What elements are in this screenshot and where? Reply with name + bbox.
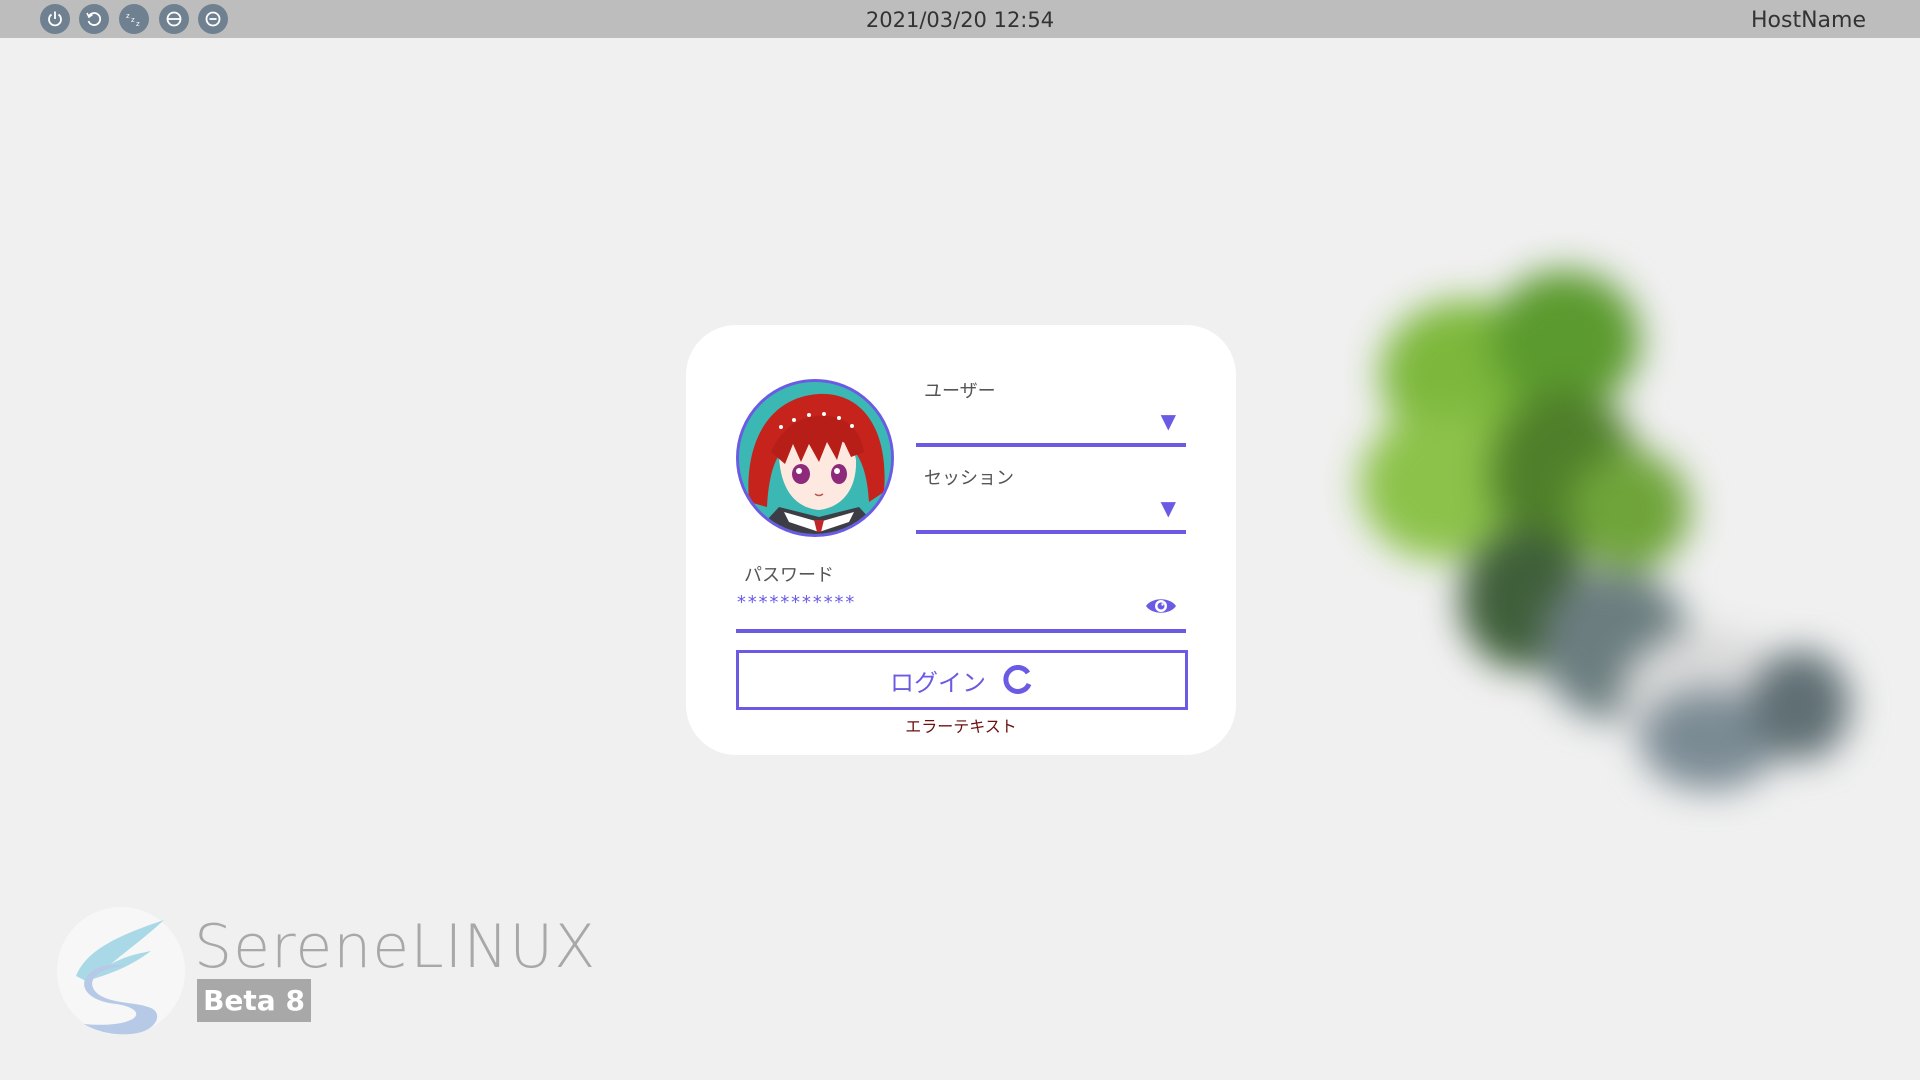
login-button[interactable]: ログイン xyxy=(736,650,1188,710)
password-input[interactable] xyxy=(736,587,1126,617)
hostname: HostName xyxy=(1751,8,1866,33)
session-select[interactable]: ▼ xyxy=(916,492,1186,534)
svg-text:z: z xyxy=(131,16,135,24)
dropdown-arrow-icon: ▼ xyxy=(1160,409,1176,433)
reboot-button[interactable] xyxy=(79,4,109,34)
show-password-eye-icon[interactable] xyxy=(1144,593,1178,619)
password-label: パスワード xyxy=(744,565,834,586)
login-card: ユーザー ▼ セッション ▼ パスワード ログイン エラーテキスト xyxy=(686,325,1236,755)
loading-spinner-icon xyxy=(1003,665,1032,694)
suspend-button[interactable]: z z z xyxy=(119,4,149,34)
user-select[interactable]: ▼ xyxy=(916,405,1186,447)
reboot-icon xyxy=(86,12,102,26)
shutdown-button[interactable] xyxy=(40,4,70,34)
clock: 2021/03/20 12:54 xyxy=(865,8,1055,32)
suspend-icon: z z z xyxy=(126,12,140,28)
logo-text: SereneLINUX xyxy=(194,912,597,982)
svg-text:z: z xyxy=(136,20,140,28)
serenelinux-logo-icon xyxy=(57,907,185,1035)
power-icon xyxy=(48,11,62,27)
hybrid-sleep-icon xyxy=(205,11,221,27)
session-label: セッション xyxy=(924,468,1014,489)
hibernate-icon xyxy=(166,11,182,27)
svg-text:z: z xyxy=(126,12,130,20)
user-avatar xyxy=(736,379,894,537)
password-field xyxy=(736,587,1186,633)
version-badge: Beta 8 xyxy=(197,979,311,1022)
dropdown-arrow-icon: ▼ xyxy=(1160,496,1176,520)
hibernate-button[interactable] xyxy=(159,4,189,34)
user-label: ユーザー xyxy=(924,381,996,402)
top-bar: z z z 2021/03/20 12:54 HostName xyxy=(0,0,1920,38)
error-message: エラーテキスト xyxy=(905,717,1017,736)
login-button-label: ログイン xyxy=(890,668,986,697)
plant-background-image xyxy=(1340,270,1860,850)
hybrid-sleep-button[interactable] xyxy=(198,4,228,34)
